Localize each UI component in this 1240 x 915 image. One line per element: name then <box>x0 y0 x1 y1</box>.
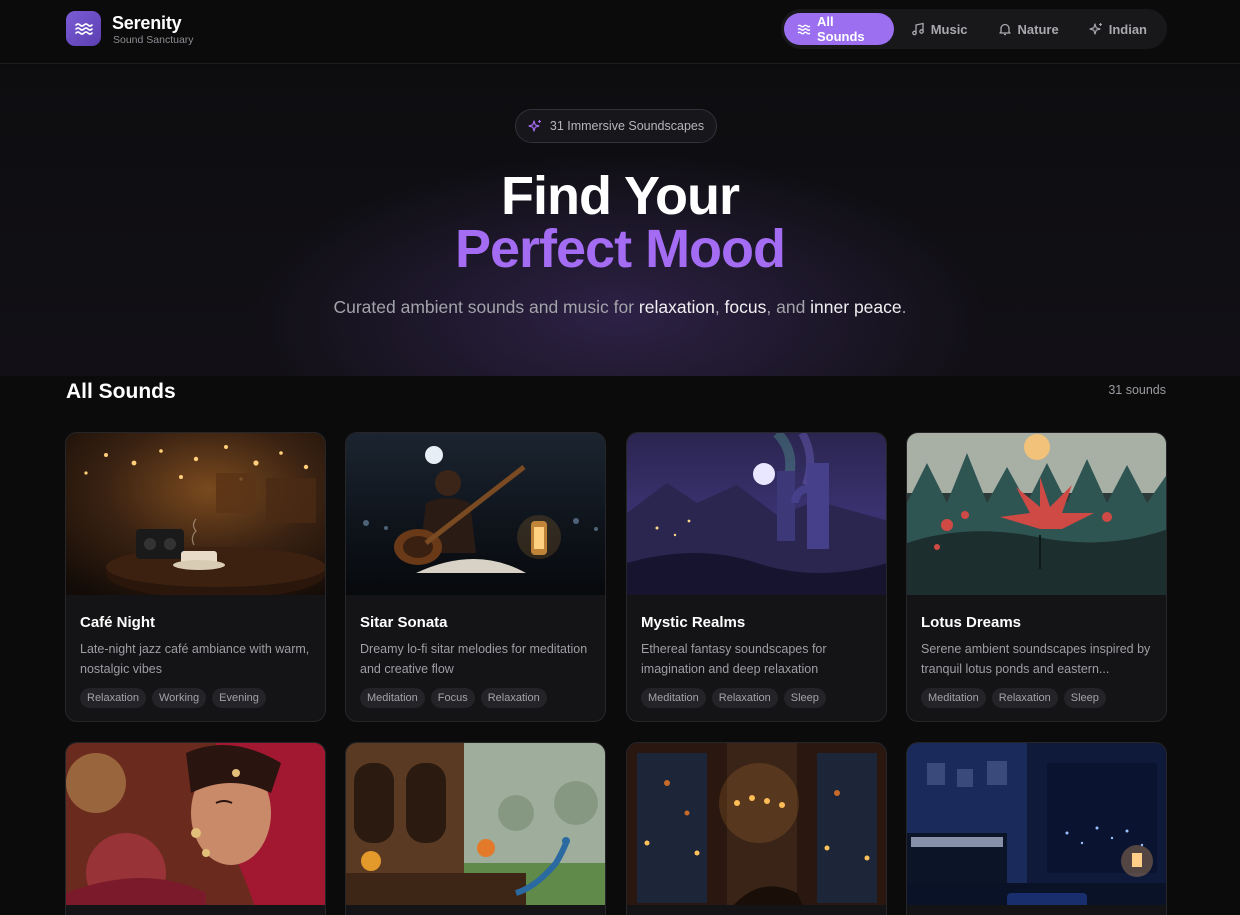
tag[interactable]: Evening <box>212 688 266 708</box>
logo[interactable] <box>66 11 101 46</box>
waves-icon <box>797 24 811 35</box>
hero-sub-focus: focus <box>724 297 767 317</box>
tag[interactable]: Working <box>151 688 207 708</box>
night-piano-room-image <box>907 743 1166 905</box>
tag[interactable]: Focus <box>430 688 475 708</box>
nav-all-sounds-label: All Sounds <box>817 14 865 44</box>
music-note-icon <box>911 22 924 36</box>
card-description: Serene ambient soundscapes inspired by t… <box>921 642 1151 676</box>
cafe-night-image <box>66 433 325 595</box>
tag[interactable]: Relaxation <box>991 688 1058 708</box>
nav-indian-label: Indian <box>1108 21 1147 37</box>
peacock-courtyard-image <box>346 743 605 905</box>
tag[interactable]: Meditation <box>360 688 425 708</box>
hero-sub-suffix: . <box>901 297 907 317</box>
hero-sub-relaxation: relaxation <box>638 297 715 317</box>
card-description: Late-night jazz café ambiance with warm,… <box>80 642 310 676</box>
nav-music-label: Music <box>930 21 968 37</box>
nav-nature[interactable]: Nature <box>985 13 1072 45</box>
lotus-dreams-image <box>907 433 1166 595</box>
nav-music[interactable]: Music <box>898 13 981 45</box>
category-nav: All Sounds Music Nature Indian <box>781 9 1167 49</box>
card-description: Dreamy lo-fi sitar melodies for meditati… <box>360 642 588 676</box>
card-description: Ethereal fantasy soundscapes for imagina… <box>641 642 827 676</box>
tag[interactable]: Relaxation <box>711 688 778 708</box>
nav-nature-label: Nature <box>1017 21 1059 37</box>
card-title: Lotus Dreams <box>921 614 1022 631</box>
candle-library-image <box>627 743 886 905</box>
tag[interactable]: Relaxation <box>80 688 146 708</box>
hero-sub-inner-peace: inner peace <box>810 297 902 317</box>
hero-subtitle: Curated ambient sounds and music for rel… <box>0 297 1240 318</box>
card-tags: Meditation Focus Relaxation <box>360 688 547 708</box>
sound-card-mystic-realms[interactable]: Mystic Realms Ethereal fantasy soundscap… <box>626 432 887 722</box>
section-title: All Sounds <box>66 380 176 403</box>
waves-icon <box>74 22 93 35</box>
mystic-realms-image <box>627 433 886 595</box>
hero-sub-sep1: , <box>714 297 725 317</box>
sitar-sonata-image <box>346 433 605 595</box>
sound-card-lotus-dreams[interactable]: Lotus Dreams Serene ambient soundscapes … <box>906 432 1167 722</box>
card-title: Café Night <box>80 614 155 631</box>
brand-name: Serenity <box>112 13 182 33</box>
hero-sub-sep2: , and <box>766 297 811 317</box>
brand-tagline: Sound Sanctuary <box>113 34 194 46</box>
card-title: Sitar Sonata <box>360 614 448 631</box>
sparkles-icon <box>1089 23 1102 35</box>
section-count: 31 sounds <box>1108 383 1166 397</box>
card-tags: Meditation Relaxation Sleep <box>921 688 1106 708</box>
card-title: Mystic Realms <box>641 614 746 631</box>
tag[interactable]: Sleep <box>783 688 826 708</box>
sound-card-cafe-night[interactable]: Café Night Late-night jazz café ambiance… <box>65 432 326 722</box>
sound-card-sitar-sonata[interactable]: Sitar Sonata Dreamy lo-fi sitar melodies… <box>345 432 606 722</box>
tag[interactable]: Meditation <box>921 688 986 708</box>
hero-title-line2: Perfect Mood <box>454 219 786 279</box>
hero-sub-prefix: Curated ambient sounds and music for <box>333 297 639 317</box>
soundscapes-badge-label: 31 Immersive Soundscapes <box>549 119 705 133</box>
app-header: Serenity Sound Sanctuary All Sounds Musi… <box>0 0 1240 64</box>
hero-section: 31 Immersive Soundscapes Find Your Perfe… <box>0 65 1240 376</box>
bride-image <box>66 743 325 905</box>
soundscapes-badge: 31 Immersive Soundscapes <box>515 109 717 143</box>
bell-icon <box>998 23 1011 36</box>
nav-all-sounds[interactable]: All Sounds <box>784 13 894 45</box>
sound-card-bride[interactable] <box>65 742 326 915</box>
sound-card-night-piano-room[interactable] <box>906 742 1167 915</box>
sound-card-peacock-courtyard[interactable] <box>345 742 606 915</box>
card-tags: Meditation Relaxation Sleep <box>641 688 826 708</box>
sparkles-icon <box>528 120 541 132</box>
tag[interactable]: Meditation <box>641 688 706 708</box>
nav-indian[interactable]: Indian <box>1076 13 1160 45</box>
sound-card-candle-library[interactable] <box>626 742 887 915</box>
card-tags: Relaxation Working Evening <box>80 688 266 708</box>
tag[interactable]: Sleep <box>1063 688 1106 708</box>
tag[interactable]: Relaxation <box>480 688 547 708</box>
